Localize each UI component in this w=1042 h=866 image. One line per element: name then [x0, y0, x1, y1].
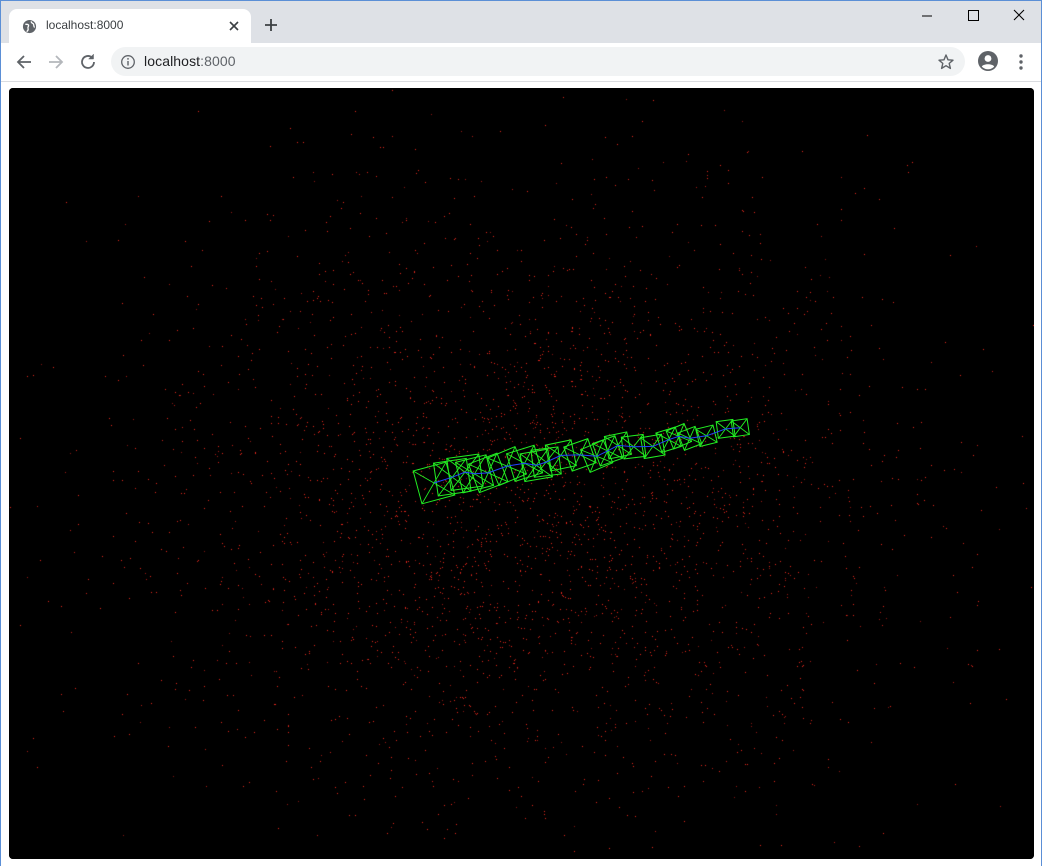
tab-strip: localhost:8000: [1, 1, 1041, 43]
toolbar: localhost:8000: [1, 43, 1041, 82]
maximize-icon[interactable]: [950, 1, 996, 31]
globe-icon: [22, 19, 37, 34]
plus-icon[interactable]: [261, 15, 281, 35]
browser-window: localhost:8000 localhost:8000: [0, 0, 1042, 866]
3d-point-cloud-canvas[interactable]: [9, 88, 1034, 859]
address-bar[interactable]: localhost:8000: [111, 47, 965, 76]
reload-icon[interactable]: [77, 51, 99, 73]
arrow-right-icon[interactable]: [45, 51, 67, 73]
info-icon[interactable]: [120, 54, 136, 70]
url-text[interactable]: localhost:8000: [144, 53, 236, 69]
url-host: localhost: [144, 53, 201, 69]
camera-trajectory-overlay: [412, 418, 750, 505]
close-icon[interactable]: [225, 17, 243, 35]
tab-localhost[interactable]: localhost:8000: [9, 9, 251, 43]
tab-title: localhost:8000: [46, 18, 124, 32]
kebab-menu-icon[interactable]: [1011, 51, 1031, 73]
arrow-left-icon[interactable]: [13, 51, 35, 73]
account-icon[interactable]: [977, 50, 999, 72]
page-viewport: [1, 82, 1041, 866]
close-window-icon[interactable]: [996, 1, 1042, 31]
minimize-icon[interactable]: [904, 1, 950, 31]
star-icon[interactable]: [937, 53, 955, 71]
trajectory-path: [433, 427, 741, 484]
url-port: :8000: [200, 53, 236, 69]
